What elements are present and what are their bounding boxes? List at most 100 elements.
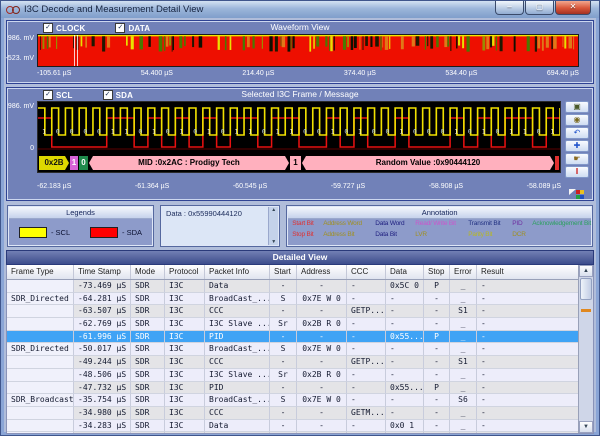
table-row[interactable]: -33.585 µSSDRI3CData---0x2B 1--	[7, 432, 578, 433]
svg-text:1: 1	[289, 129, 293, 136]
column-header-start[interactable]: Start	[270, 265, 297, 279]
cell-stop: P	[424, 330, 450, 344]
cell-frame-type: SDR_Directed	[7, 343, 74, 357]
table-row[interactable]: -48.506 µS SDR I3C I3C Slave ... Sr 0x2B R 0-…	[7, 368, 578, 382]
svg-text:1: 1	[111, 129, 115, 136]
table-row[interactable]: -47.732 µS SDR I3C PID - - -0x55... P _ -	[7, 381, 578, 395]
app-logo-icon	[6, 5, 20, 14]
close-button[interactable]: ✕	[555, 1, 591, 15]
cell-packet-info: CCC	[205, 305, 270, 319]
scrollbar-thumb[interactable]	[580, 278, 592, 300]
column-header-mode[interactable]: Mode	[131, 265, 165, 279]
column-header-packet-info[interactable]: Packet Info	[205, 265, 270, 279]
decode-tag[interactable]: MID :0x2AC : Prodigy Tech	[89, 156, 289, 170]
column-header-data[interactable]: Data	[386, 265, 424, 279]
cursor-zoom-button[interactable]: ◉	[565, 114, 589, 126]
decode-tag[interactable]: Random Value :0x90444120	[302, 156, 554, 170]
checkbox-sda-box[interactable]: ✓	[102, 90, 113, 100]
overview-waveform[interactable]	[37, 34, 579, 67]
decode-tag[interactable]	[555, 156, 559, 170]
waveform-y-axis: 986. mV -523. mV	[6, 34, 37, 67]
cell-protocol: I3C	[165, 394, 205, 407]
scrollbar-down-icon[interactable]: ▼	[579, 421, 593, 433]
pan-button[interactable]: ✚	[565, 140, 589, 152]
cell-frame-type	[7, 280, 74, 293]
table-row[interactable]: -34.980 µS SDR I3C CCC - - GETM... - - _ -	[7, 406, 578, 420]
cell-packet-info: I3C Slave ...	[205, 368, 270, 382]
column-header-ccc[interactable]: CCC	[347, 265, 386, 279]
column-header-time-stamp[interactable]: Time Stamp	[74, 265, 131, 279]
table-row[interactable]: -61.996 µS SDR I3C PID - - -0x55... P _ -	[7, 330, 578, 344]
undo-button[interactable]: ↶	[565, 127, 589, 139]
table-row[interactable]: -63.507 µS SDR I3C CCC - - GETP... - - S1-	[7, 305, 578, 319]
table-row[interactable]: -73.469 µS SDR I3C Data - - -0x5C 0 P _ -	[7, 280, 578, 293]
cell-ccc: -	[347, 280, 386, 293]
x-axis-label: -61.364 µS	[134, 182, 170, 190]
checkbox-clock-box[interactable]: ✓	[43, 23, 53, 33]
decode-tag[interactable]: 1	[290, 156, 301, 170]
checkbox-data-label: DATA	[128, 23, 151, 33]
cell-frame-type: SDR_Broadcast	[7, 394, 74, 407]
undo-icon: ↶	[573, 128, 581, 137]
table-row[interactable]: -34.283 µS SDR I3C Data - - -0x0 1- _ -	[7, 419, 578, 433]
table-row[interactable]: SDR_Broadcast -35.754 µS SDR I3C BroadCast_.…	[7, 394, 578, 407]
data-scroll-down-icon[interactable]: ▼	[269, 239, 278, 245]
decode-bar: 0x2B 1 0 MID :0x2AC : Prodigy Tech 1 Random V…	[39, 156, 559, 170]
checkbox-clock[interactable]: ✓ CLOCK	[43, 23, 85, 33]
checkbox-data-box[interactable]: ✓	[115, 23, 126, 33]
cell-packet-info: CCC	[205, 406, 270, 420]
annotation-read-write-bit: Read/ Write Bit	[415, 220, 456, 227]
table-scrollbar[interactable]: ▲ ▼	[578, 265, 593, 433]
data-scroll-up-icon[interactable]: ▲	[269, 207, 278, 213]
cell-result: -	[477, 292, 578, 306]
decode-tag[interactable]: 0	[79, 156, 88, 170]
table-row[interactable]: -49.244 µS SDR I3C CCC - - GETP... - - S1-	[7, 356, 578, 369]
cell-packet-info: PID	[205, 381, 270, 395]
x-axis-label: -58.908 µS	[428, 182, 464, 190]
table-row[interactable]: SDR_Directed -64.281 µS SDR I3C BroadCast_..…	[7, 292, 578, 306]
maximize-button[interactable]: ▢	[525, 1, 554, 15]
frame-waveform[interactable]: 10000110101010110110010100100010101101 0…	[37, 101, 561, 173]
cell-frame-type	[7, 318, 74, 331]
cell-protocol: I3C	[165, 280, 205, 293]
scrollbar-up-icon[interactable]: ▲	[579, 265, 593, 277]
bring-to-front-icon[interactable]	[569, 189, 585, 200]
hand-button[interactable]: ☛	[565, 153, 589, 165]
svg-text:0: 0	[495, 129, 499, 136]
decode-tag[interactable]: 1	[70, 156, 78, 170]
decode-tag[interactable]: 0x2B	[39, 156, 69, 170]
column-header-protocol[interactable]: Protocol	[165, 265, 205, 279]
column-header-result[interactable]: Result	[477, 265, 578, 279]
column-header-frame-type[interactable]: Frame Type	[7, 265, 74, 279]
cell-result: -	[477, 330, 578, 344]
pause-button[interactable]: ‖	[565, 166, 589, 178]
checkbox-scl[interactable]: ✓ SCL	[43, 90, 73, 100]
cell-packet-info: PID	[205, 330, 270, 344]
cell-protocol: I3C	[165, 432, 205, 433]
checkbox-clock-label: CLOCK	[56, 23, 86, 33]
annotation-parity-bit: Parity Bit	[468, 231, 493, 238]
table-row[interactable]: -62.769 µS SDR I3C I3C Slave ... Sr 0x2B R 0-…	[7, 318, 578, 331]
svg-text:0: 0	[56, 129, 60, 136]
scrollbar-track[interactable]	[579, 277, 593, 421]
cell-stop: -	[424, 343, 450, 357]
cell-frame-type	[7, 381, 74, 395]
cell-mode: SDR	[131, 419, 165, 433]
table-row[interactable]: SDR_Directed -50.017 µS SDR I3C BroadCast_..…	[7, 343, 578, 357]
checkbox-data[interactable]: ✓ DATA	[115, 23, 150, 33]
checkbox-scl-box[interactable]: ✓	[43, 90, 53, 100]
annotation-empty	[532, 231, 591, 242]
snapshot-button[interactable]: ▣	[565, 101, 589, 113]
svg-text:1: 1	[207, 129, 211, 136]
minimize-button[interactable]: –	[495, 1, 524, 15]
cell-packet-info: BroadCast_...	[205, 292, 270, 306]
annotation-start-bit: Start Bit	[292, 220, 314, 227]
column-header-address[interactable]: Address	[297, 265, 347, 279]
column-header-stop[interactable]: Stop	[424, 265, 450, 279]
cell-time-stamp: -49.244 µS	[74, 356, 131, 369]
legend-item: - SCL	[18, 226, 70, 238]
cell-frame-type	[7, 368, 74, 382]
column-header-error[interactable]: Error	[450, 265, 477, 279]
cell-address: 0x2B R 0	[297, 368, 347, 382]
checkbox-sda[interactable]: ✓ SDA	[102, 90, 134, 100]
